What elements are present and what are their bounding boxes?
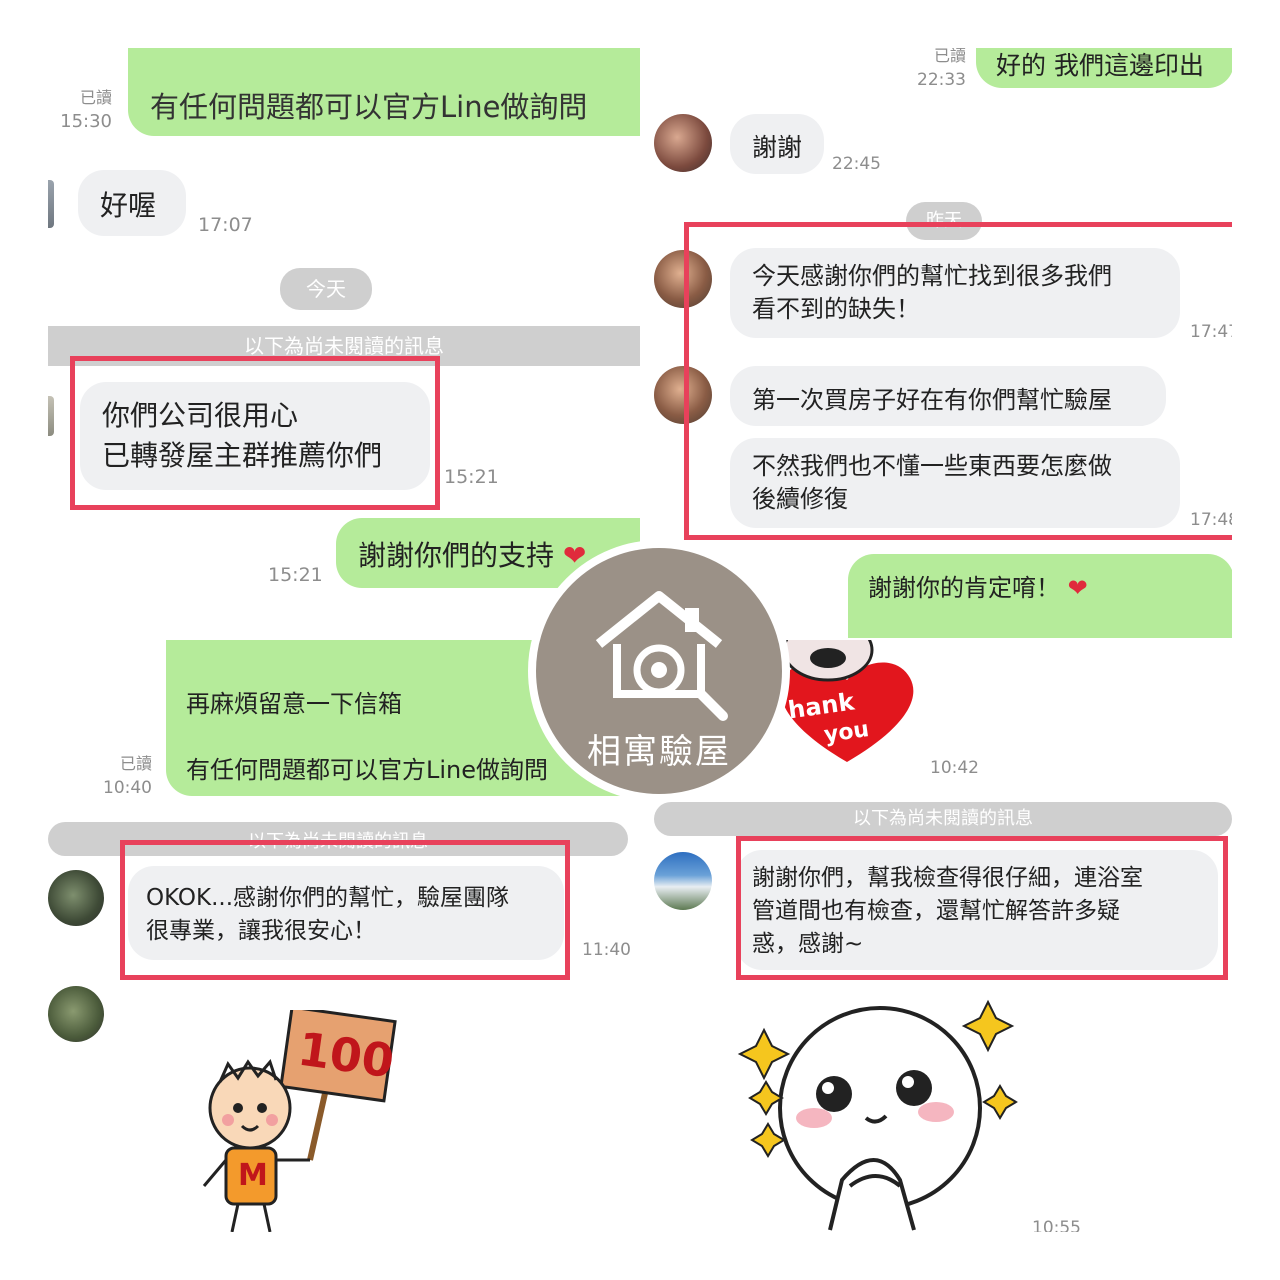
timestamp: 15:21	[268, 564, 323, 586]
read-receipt: 已讀 15:30	[48, 86, 112, 134]
timestamp: 10:40	[103, 778, 152, 798]
timestamp: 15:30	[60, 111, 112, 132]
sticker-thank-you-dog[interactable]: hank you	[772, 640, 922, 770]
read-receipt: 已讀 22:33	[908, 48, 966, 92]
highlight-frame	[736, 836, 1228, 980]
highlight-frame	[120, 840, 570, 980]
date-pill: 今天	[280, 268, 372, 310]
timestamp: 10:55	[1032, 1218, 1081, 1232]
avatar[interactable]	[48, 180, 54, 228]
sticker-crying-face[interactable]	[730, 990, 1050, 1232]
message-text: 謝謝	[752, 133, 803, 162]
brand-watermark: 相寓驗屋	[528, 540, 790, 802]
message-text: 再麻煩留意一下信箱	[186, 690, 402, 718]
timestamp: 15:21	[444, 466, 499, 488]
avatar[interactable]	[654, 114, 712, 172]
timestamp: 11:40	[582, 940, 631, 960]
highlight-frame	[684, 222, 1232, 540]
timestamp: 17:07	[198, 214, 253, 236]
read-label: 已讀	[933, 48, 966, 65]
read-label: 已讀	[79, 88, 112, 107]
sticker-100-boy[interactable]: 100 M	[198, 1005, 398, 1232]
sticker-shirt-text: M	[238, 1158, 268, 1193]
avatar[interactable]	[48, 870, 104, 926]
chat-panel-top-right: 好的 我們這邊印出 已讀 22:33 謝謝 22:45 昨天 今天感謝你們的幫忙…	[640, 48, 1232, 638]
timestamp: 10:42	[930, 758, 979, 778]
avatar[interactable]	[48, 396, 54, 436]
message-text: 有任何問題都可以官方Line做詢問	[186, 756, 549, 784]
avatar[interactable]	[654, 852, 712, 910]
unread-divider: 以下為尚未閱讀的訊息	[654, 802, 1232, 836]
message-text: 謝謝你們的支持 ❤	[358, 534, 586, 574]
timestamp: 22:45	[832, 154, 881, 174]
message-text-content: 謝謝你的肯定唷！	[868, 574, 1060, 602]
avatar[interactable]	[48, 986, 104, 1042]
message-text: 謝謝你的肯定唷！ ❤	[868, 568, 1088, 603]
timestamp: 22:33	[917, 70, 966, 90]
highlight-frame	[70, 356, 440, 510]
brand-name: 相寓驗屋	[587, 732, 731, 772]
heart-icon: ❤	[1067, 574, 1088, 602]
message-text: 有任何問題都可以官方Line做詢問	[150, 90, 588, 124]
message-text: 好喔	[100, 189, 157, 222]
message-text-content: 謝謝你們的支持	[358, 539, 555, 572]
chat-panel-top-left: 有任何問題都可以官方Line做詢問 已讀 15:30 好喔 17:07 今天 以…	[48, 48, 640, 634]
message-text: 好的 我們這邊印出	[996, 51, 1204, 80]
read-receipt: 已讀 10:40	[92, 752, 152, 800]
house-magnifier-logo-icon	[595, 591, 728, 721]
read-label: 已讀	[119, 754, 152, 773]
